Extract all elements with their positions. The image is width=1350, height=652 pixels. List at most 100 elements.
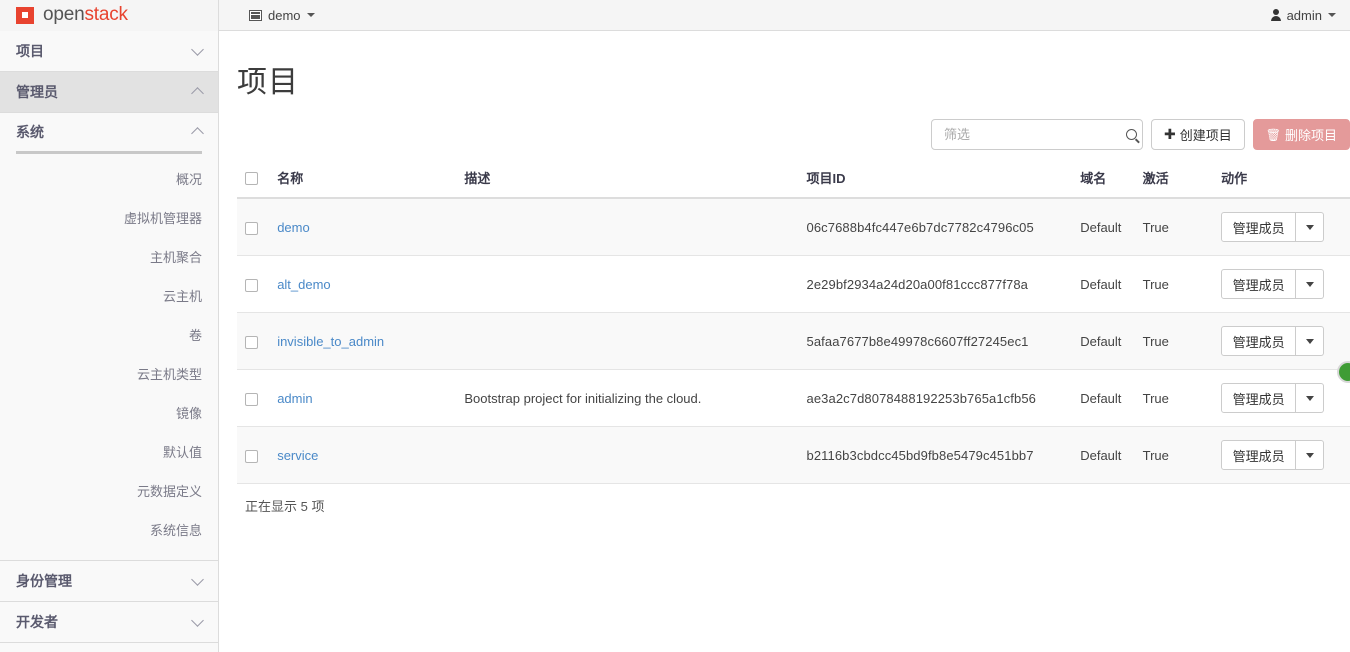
project-link[interactable]: admin: [277, 391, 312, 406]
row-checkbox[interactable]: [245, 449, 258, 463]
sidebar-section-developer[interactable]: 开发者: [0, 602, 218, 643]
project-link[interactable]: invisible_to_admin: [277, 334, 384, 349]
filter-search-box[interactable]: [931, 119, 1143, 150]
chevron-down-icon: [306, 13, 315, 17]
tenant-switcher[interactable]: demo: [249, 8, 315, 23]
row-actions-dropdown-toggle[interactable]: [1296, 269, 1325, 299]
header-domain[interactable]: 域名: [1072, 162, 1135, 199]
header-name[interactable]: 名称: [269, 162, 457, 199]
manage-members-button[interactable]: 管理成员: [1221, 212, 1297, 242]
row-checkbox[interactable]: [245, 221, 258, 235]
project-link[interactable]: service: [277, 448, 318, 463]
tenant-label: demo: [268, 7, 301, 23]
sidebar-section-project[interactable]: 项目: [0, 31, 218, 72]
plus-icon: ✚: [1164, 126, 1176, 142]
row-select-cell: [237, 255, 270, 313]
select-all-checkbox[interactable]: [245, 172, 258, 186]
sidebar-item-hypervisors[interactable]: 虚拟机管理器: [0, 199, 218, 238]
row-action-group: 管理成员: [1221, 440, 1325, 470]
row-checkbox[interactable]: [245, 392, 258, 406]
row-actions-dropdown-toggle[interactable]: [1296, 212, 1325, 242]
chevron-down-icon: [1328, 13, 1336, 17]
header-project-id[interactable]: 项目ID: [798, 162, 1073, 199]
row-name-cell: demo: [269, 198, 457, 256]
sidebar-item-images[interactable]: 镜像: [0, 394, 218, 433]
openstack-logo-icon: [16, 6, 35, 25]
sidebar-item-defaults[interactable]: 默认值: [0, 433, 218, 472]
search-icon[interactable]: [1126, 129, 1137, 140]
search-input[interactable]: [942, 126, 1122, 143]
create-project-label: 创建项目: [1179, 128, 1232, 143]
manage-members-button[interactable]: 管理成员: [1221, 326, 1297, 356]
row-description-cell: [456, 312, 799, 370]
row-name-cell: admin: [269, 369, 457, 427]
sidebar-item-metadata-definitions[interactable]: 元数据定义: [0, 472, 218, 511]
sidebar-group-system-head[interactable]: 系统: [0, 113, 218, 151]
row-checkbox[interactable]: [245, 335, 258, 349]
chevron-down-icon: [1305, 395, 1314, 401]
header-actions: 动作: [1213, 162, 1350, 199]
row-action-group: 管理成员: [1221, 212, 1325, 242]
row-enabled-cell: True: [1134, 255, 1214, 313]
sidebar-group-system-label: 系统: [16, 124, 44, 140]
manage-members-button[interactable]: 管理成员: [1221, 383, 1297, 413]
row-actions-dropdown-toggle[interactable]: [1296, 440, 1325, 470]
sidebar-section-identity[interactable]: 身份管理: [0, 561, 218, 602]
manage-members-button[interactable]: 管理成员: [1221, 269, 1297, 299]
brand-stack-text: stack: [84, 4, 128, 25]
sidebar-section-identity-head[interactable]: 身份管理: [0, 561, 218, 601]
create-project-button[interactable]: ✚ 创建项目: [1151, 119, 1245, 150]
projects-table: 名称 描述 项目ID 域名 激活 动作 demo 06c7688b4fc447e…: [237, 162, 1350, 484]
manage-members-button[interactable]: 管理成员: [1221, 440, 1297, 470]
row-domain-cell: Default: [1072, 312, 1135, 370]
row-select-cell: [237, 198, 270, 256]
trash-icon: 🗑: [1265, 127, 1281, 142]
row-checkbox[interactable]: [245, 278, 258, 292]
row-select-cell: [237, 426, 270, 484]
sidebar-section-developer-head[interactable]: 开发者: [0, 602, 218, 642]
sidebar-section-identity-label: 身份管理: [16, 573, 72, 589]
sidebar-item-instances[interactable]: 云主机: [0, 277, 218, 316]
sidebar-item-overview[interactable]: 概况: [0, 160, 218, 199]
sidebar-section-admin-head[interactable]: 管理员: [0, 72, 218, 112]
delete-projects-button[interactable]: 🗑 删除项目: [1252, 119, 1350, 150]
table-footer-count: 正在显示 5 项: [245, 499, 325, 514]
header-enabled[interactable]: 激活: [1134, 162, 1214, 199]
row-description-cell: Bootstrap project for initializing the c…: [456, 369, 799, 427]
sidebar-section-project-label: 项目: [16, 43, 44, 59]
sidebar-item-volumes[interactable]: 卷: [0, 316, 218, 355]
sidebar-item-system-information[interactable]: 系统信息: [0, 511, 218, 550]
project-link[interactable]: alt_demo: [277, 277, 330, 292]
row-project-id-cell: b2116b3cbdcc45bd9fb8e5479c451bb7: [798, 426, 1073, 484]
main-content: 项目 ✚ 创建项目 🗑 删除项目: [219, 31, 1350, 652]
row-actions-cell: 管理成员: [1213, 369, 1350, 427]
table-row: alt_demo 2e29bf2934a24d20a00f81ccc877f78…: [237, 255, 1350, 313]
projects-table-head: 名称 描述 项目ID 域名 激活 动作: [237, 162, 1350, 199]
row-domain-cell: Default: [1072, 426, 1135, 484]
table-row: admin Bootstrap project for initializing…: [237, 369, 1350, 427]
openstack-brand[interactable]: openstack: [0, 0, 219, 31]
sidebar-section-project-head[interactable]: 项目: [0, 31, 218, 71]
row-actions-dropdown-toggle[interactable]: [1296, 326, 1325, 356]
chevron-down-icon: [1305, 281, 1314, 287]
row-select-cell: [237, 312, 270, 370]
row-domain-cell: Default: [1072, 198, 1135, 256]
row-enabled-cell: True: [1134, 312, 1214, 370]
project-link[interactable]: demo: [277, 220, 310, 235]
chevron-down-icon: [191, 613, 204, 627]
list-icon: [249, 9, 262, 21]
row-domain-cell: Default: [1072, 255, 1135, 313]
user-menu[interactable]: admin: [1270, 7, 1336, 23]
sidebar-item-host-aggregates[interactable]: 主机聚合: [0, 238, 218, 277]
row-action-group: 管理成员: [1221, 269, 1325, 299]
user-label: admin: [1286, 7, 1322, 23]
row-actions-cell: 管理成员: [1213, 312, 1350, 370]
row-project-id-cell: 06c7688b4fc447e6b7dc7782c4796c05: [798, 198, 1073, 256]
row-actions-dropdown-toggle[interactable]: [1296, 383, 1325, 413]
select-all-header: [237, 162, 270, 199]
sidebar-item-flavors[interactable]: 云主机类型: [0, 355, 218, 394]
sidebar-section-admin[interactable]: 管理员: [0, 72, 218, 113]
row-name-cell: invisible_to_admin: [269, 312, 457, 370]
row-action-group: 管理成员: [1221, 326, 1325, 356]
header-description[interactable]: 描述: [456, 162, 799, 199]
